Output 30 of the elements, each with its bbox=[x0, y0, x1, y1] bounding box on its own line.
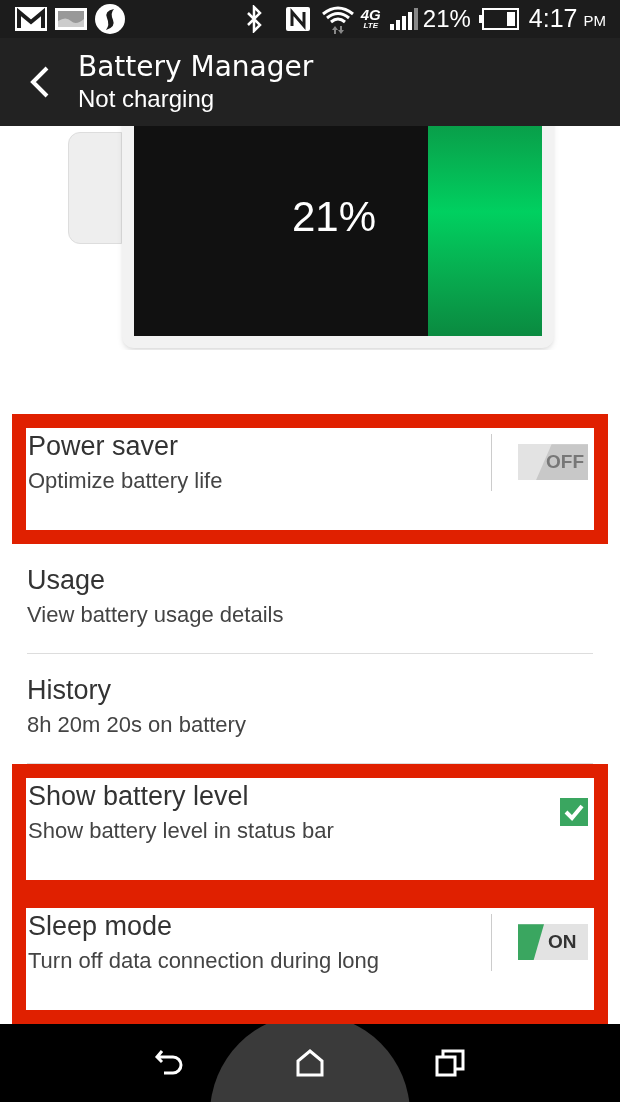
toggle-switch[interactable]: ON bbox=[518, 924, 588, 961]
battery-icon bbox=[478, 7, 519, 30]
setting-summary: 8h 20m 20s on battery bbox=[27, 711, 247, 739]
battery-percent: 21% bbox=[422, 3, 471, 34]
setting-row[interactable]: Usage View battery usage details bbox=[27, 543, 593, 654]
setting-row[interactable]: History 8h 20m 20s on battery bbox=[27, 653, 593, 764]
nfc-icon bbox=[284, 5, 311, 32]
setting-title: History bbox=[27, 673, 112, 707]
setting-summary: Optimize battery life bbox=[28, 467, 224, 495]
gallery-icon bbox=[54, 5, 88, 32]
setting-title: Show battery level bbox=[28, 779, 250, 813]
clock-time: 4:17 bbox=[528, 3, 578, 34]
screen-title: Battery Manager bbox=[78, 49, 314, 85]
setting-title: Usage bbox=[27, 563, 107, 597]
clock-suffix: PM bbox=[583, 11, 606, 31]
battery-percent-label: 21% bbox=[292, 192, 377, 243]
setting-title: Sleep mode bbox=[28, 909, 174, 943]
mail-icon bbox=[14, 5, 48, 32]
bluetooth-icon bbox=[244, 4, 263, 33]
network-subtype-label: LTE bbox=[363, 22, 379, 31]
setting-summary: Turn off data connection during long bbox=[28, 947, 381, 975]
network-type-label: 4G bbox=[360, 7, 381, 23]
checkbox[interactable] bbox=[560, 798, 588, 827]
setting-summary: Show battery level in status bar bbox=[28, 817, 335, 845]
home-icon[interactable] bbox=[295, 1047, 325, 1078]
recent-apps-icon[interactable] bbox=[433, 1047, 466, 1078]
screen-subtitle: Not charging bbox=[78, 84, 216, 115]
signal-icon bbox=[388, 6, 419, 31]
setting-title: Power saver bbox=[28, 429, 180, 463]
setting-summary: View battery usage details bbox=[27, 601, 285, 629]
